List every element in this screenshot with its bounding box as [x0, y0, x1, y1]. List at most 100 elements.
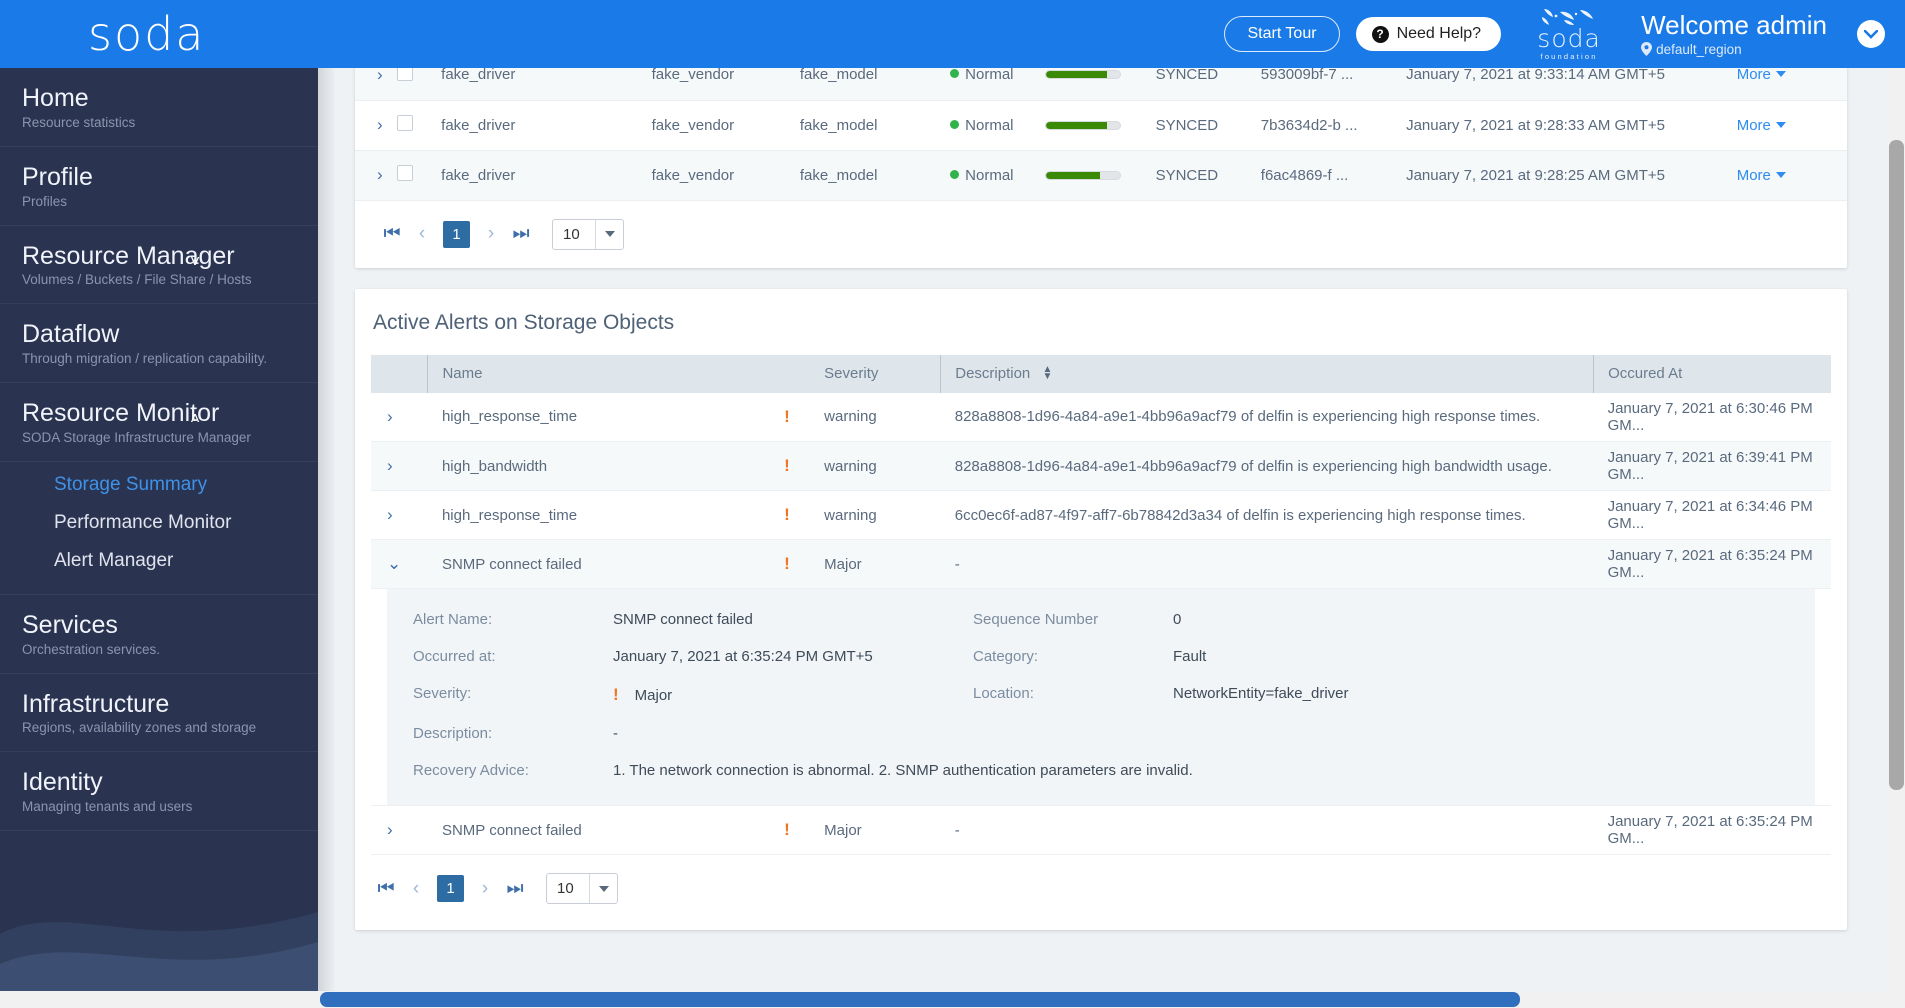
sidebar-item-performance-monitor[interactable]: Performance Monitor — [0, 504, 318, 542]
row-more-cell[interactable]: More — [1737, 150, 1847, 200]
alerts-page-size-select[interactable]: 10 — [546, 873, 618, 904]
sidebar-item-services[interactable]: Services Orchestration services. — [0, 595, 318, 674]
detail-occurred-value: January 7, 2021 at 6:35:24 PM GMT+5 — [613, 648, 873, 665]
chevron-right-icon[interactable]: › — [377, 68, 383, 84]
chevron-icon[interactable]: ˅ — [190, 252, 200, 272]
alert-expand-cell[interactable]: › — [371, 393, 428, 442]
chevron-right-icon[interactable]: › — [387, 820, 393, 839]
first-page-button[interactable]: ⏮ — [377, 223, 407, 245]
alerts-header-severity[interactable]: Severity — [810, 354, 941, 393]
row-checkbox-cell[interactable] — [397, 100, 441, 150]
table-row[interactable]: › fake_driver fake_vendor fake_model Normal S… — [355, 68, 1847, 100]
sidebar-item-label: Identity — [22, 768, 103, 797]
detail-recovery-label: Recovery Advice: — [413, 762, 529, 779]
sidebar-item-profile[interactable]: Profile Profiles — [0, 147, 318, 226]
table-row[interactable]: › high_response_time! warning 828a8808-1d96… — [371, 393, 1831, 442]
alerts-prev-page-button[interactable]: ‹ — [401, 878, 431, 900]
table-row[interactable]: › fake_driver fake_vendor fake_model Normal S… — [355, 150, 1847, 200]
user-menu-toggle[interactable] — [1857, 20, 1885, 48]
status-cell: Normal — [950, 150, 1045, 200]
chevron-right-icon[interactable]: › — [387, 505, 393, 524]
sidebar-item-sublabel: SODA Storage Infrastructure Manager — [22, 429, 251, 445]
sidebar-item-identity[interactable]: Identity Managing tenants and users — [0, 752, 318, 831]
sidebar-item-resource-manager[interactable]: Resource Manager Volumes / Buckets / File… — [0, 226, 318, 305]
need-help-button[interactable]: ? Need Help? — [1355, 17, 1502, 51]
driver-name[interactable]: fake_driver — [441, 100, 651, 150]
alerts-first-page-button[interactable]: ⏮ — [371, 878, 401, 900]
alert-occured-at: January 7, 2021 at 6:35:24 PM GM... — [1607, 547, 1813, 581]
chevron-down-icon — [1775, 71, 1786, 78]
table-row[interactable]: › high_bandwidth! warning 828a8808-1d96-4a8… — [371, 441, 1831, 491]
alert-expand-cell[interactable]: › — [371, 491, 428, 540]
start-tour-button[interactable]: Start Tour — [1224, 16, 1340, 52]
alerts-header-name[interactable]: Name — [427, 354, 785, 393]
driver-name[interactable]: fake_driver — [441, 150, 651, 200]
alerts-page-number-1[interactable]: 1 — [437, 875, 464, 902]
page-number-1[interactable]: 1 — [443, 220, 470, 248]
vendor-name: fake_vendor — [651, 116, 735, 134]
usage-cell — [1045, 150, 1155, 200]
prev-page-button[interactable]: ‹ — [407, 223, 437, 245]
alert-expand-cell[interactable]: › — [371, 442, 428, 491]
left-sidebar: Home Resource statistics Profile Profiles Re… — [0, 68, 318, 1008]
chevron-down-icon — [1775, 171, 1786, 178]
row-expand-cell[interactable]: › — [355, 150, 397, 200]
alert-expand-cell[interactable]: › — [371, 806, 428, 855]
vertical-scrollbar[interactable] — [1888, 68, 1905, 1008]
row-checkbox[interactable] — [397, 68, 414, 81]
alert-detail-row: Alert Name: SNMP connect failed Sequence N… — [371, 589, 1831, 806]
alerts-header-description-label: Description — [955, 365, 1031, 382]
detail-severity-value-wrap: ! Major — [613, 685, 973, 705]
sidebar-item-label: Resource Monitor — [22, 399, 220, 427]
chevron-right-icon[interactable]: › — [387, 407, 393, 426]
table-row[interactable]: › fake_driver fake_vendor fake_model Normal S… — [355, 100, 1847, 150]
row-more-cell[interactable]: More — [1737, 100, 1847, 150]
alerts-last-page-button[interactable]: ⏭ — [500, 878, 530, 900]
chevron-icon[interactable]: ˄ — [190, 409, 200, 429]
vendor-name: fake_vendor — [651, 68, 735, 84]
horizontal-scrollbar-thumb[interactable] — [320, 992, 1520, 1007]
chevron-right-icon[interactable]: › — [377, 115, 383, 134]
sidebar-item-alert-manager[interactable]: Alert Manager — [0, 542, 318, 580]
storage-resources-card: › fake_driver fake_vendor fake_model Normal S… — [355, 68, 1847, 268]
row-more-cell[interactable]: More — [1737, 68, 1847, 100]
sidebar-item-resource-monitor[interactable]: Resource Monitor SODA Storage Infrastruct… — [0, 383, 318, 462]
created-at: January 7, 2021 at 9:28:25 AM GMT+5 — [1406, 166, 1665, 184]
page-size-select[interactable]: 10 — [552, 218, 624, 250]
resource-id: f6ac4869-f ... — [1260, 166, 1349, 184]
last-page-button[interactable]: ⏭ — [506, 223, 536, 245]
alerts-header-severity-icon — [784, 354, 811, 393]
soda-logo[interactable]: soda — [88, 11, 206, 57]
table-row[interactable]: › SNMP connect failed! Major - January 7, 20… — [371, 806, 1831, 855]
row-checkbox[interactable] — [397, 115, 414, 131]
row-checkbox[interactable] — [397, 165, 414, 181]
sidebar-item-dataflow[interactable]: Dataflow Through migration / replication … — [0, 304, 318, 383]
sidebar-item-infrastructure[interactable]: Infrastructure Regions, availability zone… — [0, 674, 318, 753]
alert-expand-cell[interactable]: ⌄ — [371, 540, 428, 589]
alerts-header-occured[interactable]: Occured At — [1593, 354, 1831, 393]
sidebar-item-home[interactable]: Home Resource statistics — [0, 68, 318, 147]
row-expand-cell[interactable]: › — [355, 68, 397, 100]
driver-name[interactable]: fake_driver — [441, 68, 651, 100]
row-checkbox-cell[interactable] — [397, 150, 441, 200]
alert-detail-panel: Alert Name: SNMP connect failed Sequence N… — [387, 589, 1815, 805]
row-expand-cell[interactable]: › — [355, 100, 397, 150]
table-row[interactable]: ⌄ SNMP connect failed! Major - January 7, 20… — [371, 539, 1831, 589]
alerts-page-size-value: 10 — [557, 880, 574, 897]
chevron-right-icon[interactable]: › — [377, 165, 383, 184]
vertical-scrollbar-thumb[interactable] — [1889, 140, 1904, 790]
sidebar-item-storage-summary[interactable]: Storage Summary — [0, 466, 318, 504]
chevron-right-icon[interactable]: › — [387, 456, 393, 475]
sort-icon[interactable]: ▲ ▼ — [1042, 365, 1052, 382]
table-row[interactable]: › high_response_time! warning 6cc0ec6f-ad87… — [371, 491, 1831, 540]
soda-foundation-sub: foundation — [1540, 51, 1598, 61]
alerts-next-page-button[interactable]: › — [470, 878, 500, 900]
usage-bar — [1045, 170, 1122, 180]
next-page-button[interactable]: › — [476, 223, 506, 245]
horizontal-scrollbar[interactable] — [0, 991, 1905, 1008]
row-checkbox-cell[interactable] — [397, 68, 441, 100]
alert-occured-at: January 7, 2021 at 6:30:46 PM GM... — [1607, 399, 1813, 434]
chevron-down-icon[interactable]: ⌄ — [387, 554, 401, 573]
alerts-header-description[interactable]: Description ▲ ▼ — [940, 354, 1594, 393]
alerts-header-expand — [371, 354, 428, 393]
